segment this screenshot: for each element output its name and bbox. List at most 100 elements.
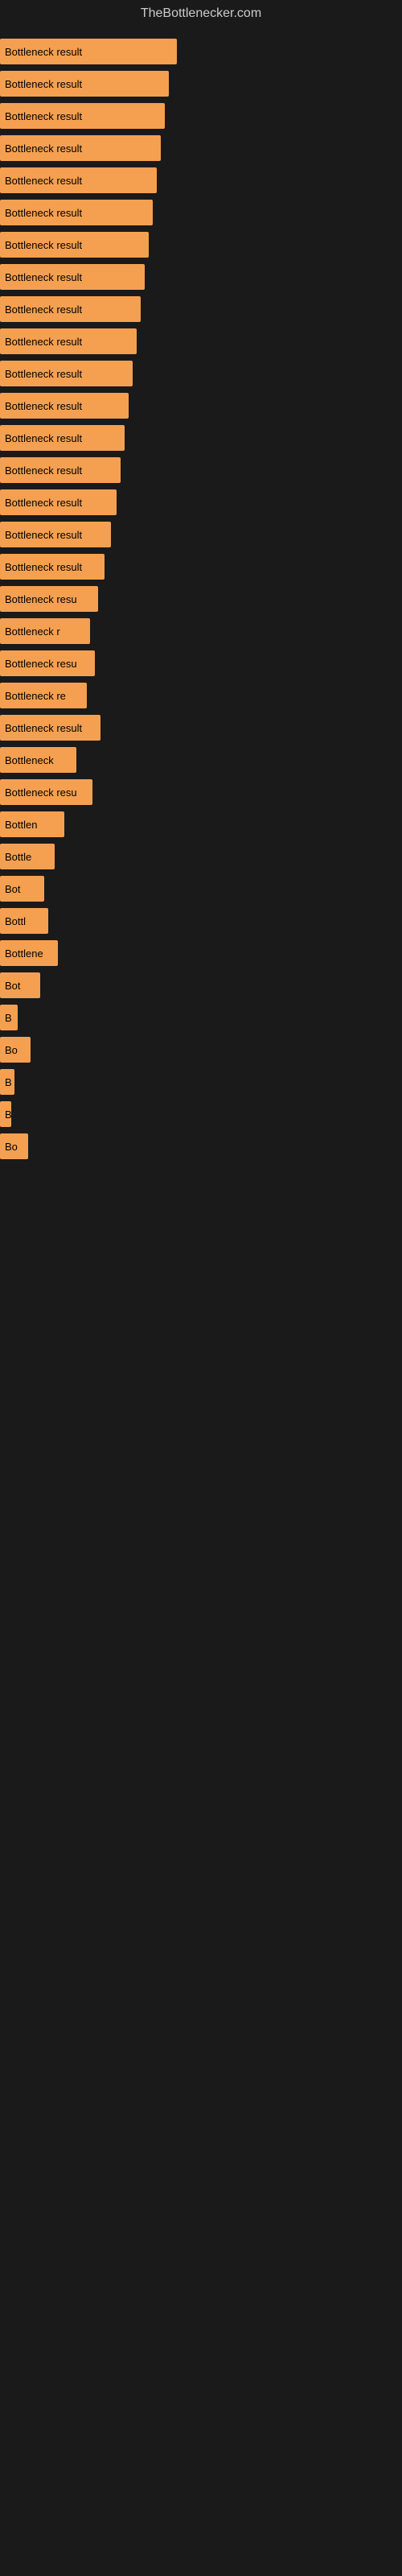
bar-11: Bottleneck result	[0, 361, 133, 386]
bar-label-5: Bottleneck result	[5, 175, 82, 187]
bar-label-11: Bottleneck result	[5, 368, 82, 380]
bar-21: Bottleneck re	[0, 683, 87, 708]
bar-label-25: Bottlen	[5, 819, 37, 831]
bar-row-15: Bottleneck result	[0, 486, 402, 518]
bar-row-6: Bottleneck result	[0, 196, 402, 229]
bar-row-5: Bottleneck result	[0, 164, 402, 196]
bar-row-32: Bo	[0, 1034, 402, 1066]
bar-30: Bot	[0, 972, 40, 998]
bars-container: Bottleneck result Bottleneck result Bottle…	[0, 27, 402, 1170]
bar-row-4: Bottleneck result	[0, 132, 402, 164]
bar-16: Bottleneck result	[0, 522, 111, 547]
bar-label-10: Bottleneck result	[5, 336, 82, 348]
bar-6: Bottleneck result	[0, 200, 153, 225]
bar-row-11: Bottleneck result	[0, 357, 402, 390]
bar-label-31: B	[5, 1012, 12, 1024]
bar-row-16: Bottleneck result	[0, 518, 402, 551]
bar-label-23: Bottleneck	[5, 754, 54, 766]
bar-row-21: Bottleneck re	[0, 679, 402, 712]
bar-row-26: Bottle	[0, 840, 402, 873]
site-title: TheBottlenecker.com	[0, 0, 402, 27]
bar-row-30: Bot	[0, 969, 402, 1001]
bar-label-3: Bottleneck result	[5, 110, 82, 122]
bar-label-17: Bottleneck result	[5, 561, 82, 573]
bar-row-28: Bottl	[0, 905, 402, 937]
bar-14: Bottleneck result	[0, 457, 121, 483]
bar-row-13: Bottleneck result	[0, 422, 402, 454]
bar-1: Bottleneck result	[0, 39, 177, 64]
bar-label-26: Bottle	[5, 851, 31, 863]
bar-label-19: Bottleneck r	[5, 625, 60, 638]
bar-row-18: Bottleneck resu	[0, 583, 402, 615]
bar-label-21: Bottleneck re	[5, 690, 66, 702]
bar-13: Bottleneck result	[0, 425, 125, 451]
bar-row-1: Bottleneck result	[0, 35, 402, 68]
bar-3: Bottleneck result	[0, 103, 165, 129]
bar-row-35: Bo	[0, 1130, 402, 1162]
bar-label-7: Bottleneck result	[5, 239, 82, 251]
bar-row-24: Bottleneck resu	[0, 776, 402, 808]
bar-7: Bottleneck result	[0, 232, 149, 258]
bar-35: Bo	[0, 1133, 28, 1159]
bar-row-23: Bottleneck	[0, 744, 402, 776]
bar-row-3: Bottleneck result	[0, 100, 402, 132]
bar-row-17: Bottleneck result	[0, 551, 402, 583]
bar-label-30: Bot	[5, 980, 21, 992]
bar-28: Bottl	[0, 908, 48, 934]
bar-15: Bottleneck result	[0, 489, 117, 515]
bar-row-8: Bottleneck result	[0, 261, 402, 293]
bar-row-33: B	[0, 1066, 402, 1098]
bar-row-20: Bottleneck resu	[0, 647, 402, 679]
bar-25: Bottlen	[0, 811, 64, 837]
bar-row-9: Bottleneck result	[0, 293, 402, 325]
bar-label-14: Bottleneck result	[5, 464, 82, 477]
bar-row-2: Bottleneck result	[0, 68, 402, 100]
bar-label-20: Bottleneck resu	[5, 658, 77, 670]
bar-label-33: B	[5, 1076, 12, 1088]
bar-34: B	[0, 1101, 11, 1127]
bar-row-34: B	[0, 1098, 402, 1130]
bar-8: Bottleneck result	[0, 264, 145, 290]
bar-row-25: Bottlen	[0, 808, 402, 840]
bar-row-12: Bottleneck result	[0, 390, 402, 422]
bar-label-34: B	[5, 1108, 11, 1121]
bar-label-16: Bottleneck result	[5, 529, 82, 541]
bar-label-35: Bo	[5, 1141, 18, 1153]
bar-9: Bottleneck result	[0, 296, 141, 322]
bar-2: Bottleneck result	[0, 71, 169, 97]
bar-19: Bottleneck r	[0, 618, 90, 644]
bar-33: B	[0, 1069, 14, 1095]
bar-22: Bottleneck result	[0, 715, 100, 741]
bar-label-2: Bottleneck result	[5, 78, 82, 90]
bar-label-29: Bottlene	[5, 947, 43, 960]
bar-5: Bottleneck result	[0, 167, 157, 193]
bar-24: Bottleneck resu	[0, 779, 92, 805]
bar-row-27: Bot	[0, 873, 402, 905]
bar-row-29: Bottlene	[0, 937, 402, 969]
bar-label-9: Bottleneck result	[5, 303, 82, 316]
bar-row-7: Bottleneck result	[0, 229, 402, 261]
bar-label-32: Bo	[5, 1044, 18, 1056]
bar-row-14: Bottleneck result	[0, 454, 402, 486]
bar-label-28: Bottl	[5, 915, 26, 927]
bar-12: Bottleneck result	[0, 393, 129, 419]
bar-31: B	[0, 1005, 18, 1030]
bar-label-18: Bottleneck resu	[5, 593, 77, 605]
bar-row-10: Bottleneck result	[0, 325, 402, 357]
bar-20: Bottleneck resu	[0, 650, 95, 676]
bar-label-22: Bottleneck result	[5, 722, 82, 734]
bar-row-22: Bottleneck result	[0, 712, 402, 744]
bar-4: Bottleneck result	[0, 135, 161, 161]
bar-10: Bottleneck result	[0, 328, 137, 354]
bar-label-6: Bottleneck result	[5, 207, 82, 219]
bar-29: Bottlene	[0, 940, 58, 966]
bar-row-31: B	[0, 1001, 402, 1034]
bar-32: Bo	[0, 1037, 31, 1063]
bar-label-15: Bottleneck result	[5, 497, 82, 509]
bar-18: Bottleneck resu	[0, 586, 98, 612]
bar-26: Bottle	[0, 844, 55, 869]
bar-label-24: Bottleneck resu	[5, 786, 77, 799]
bar-row-19: Bottleneck r	[0, 615, 402, 647]
bar-label-13: Bottleneck result	[5, 432, 82, 444]
bar-23: Bottleneck	[0, 747, 76, 773]
